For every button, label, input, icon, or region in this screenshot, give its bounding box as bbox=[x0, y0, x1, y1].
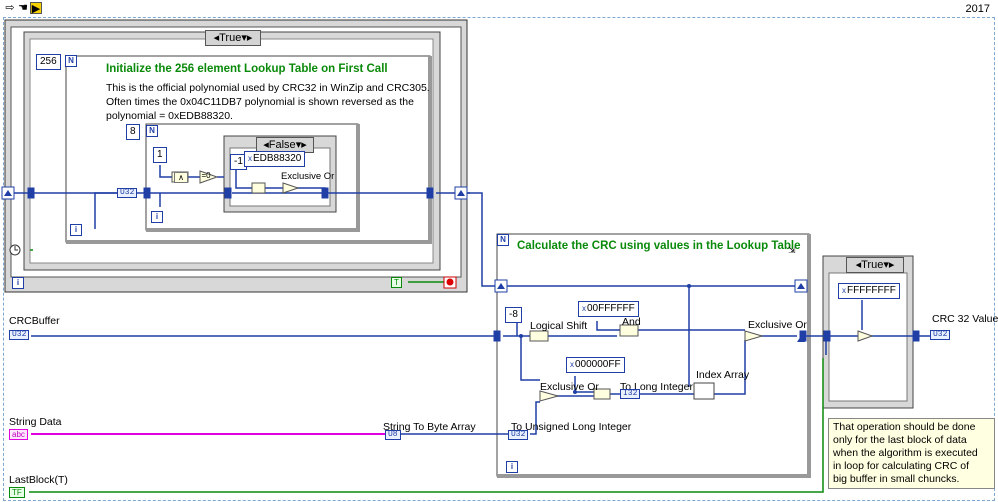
loop-count-256[interactable]: 256 bbox=[36, 54, 61, 70]
index-array-label: Index Array bbox=[696, 369, 750, 381]
desc-line-2: Often times the 0x04C11DB7 polynomial is… bbox=[106, 96, 414, 108]
note-line-4: in loop for calculating CRC of bbox=[833, 460, 969, 472]
desc-line-1: This is the official polynomial used by … bbox=[106, 82, 430, 94]
note-line-1: That operation should be done bbox=[833, 421, 976, 433]
calc-title: Calculate the CRC using values in the Lo… bbox=[517, 240, 801, 252]
note-line-5: big buffer in small chuncks. bbox=[833, 473, 960, 485]
u32-convert-node: U32 bbox=[117, 188, 138, 198]
inner-case-value: False bbox=[268, 139, 296, 151]
i-terminal-calc: i bbox=[506, 461, 518, 473]
note-line-3: when the algorithm is executed bbox=[833, 447, 978, 459]
string-data-label: String Data bbox=[9, 416, 62, 428]
crc-buffer-label: CRCBuffer bbox=[9, 315, 60, 327]
last-block-label: LastBlock(T) bbox=[9, 474, 68, 486]
and-node: ∧ bbox=[174, 172, 188, 183]
init-title: Initialize the 256 element Lookup Table … bbox=[106, 63, 388, 75]
mask1-constant[interactable]: x00FFFFFF bbox=[578, 301, 639, 317]
loop-count-8[interactable]: 8 bbox=[126, 124, 140, 140]
constant-poly[interactable]: xEDB88320 bbox=[244, 151, 306, 167]
string-data-terminal[interactable]: abc bbox=[9, 429, 28, 440]
outer-case-selector[interactable]: ◂True▾▸ bbox=[205, 30, 261, 46]
final-case-dropdown-icon[interactable]: ▾▸ bbox=[883, 259, 894, 271]
outer-case-dropdown-icon[interactable]: ▾▸ bbox=[241, 32, 252, 44]
to-unsigned-label: To Unsigned Long Integer bbox=[511, 421, 632, 433]
inner-xor-label: Exclusive Or bbox=[281, 171, 335, 182]
mask2-value: 000000FF bbox=[575, 359, 621, 370]
init-description: This is the official polynomial used by … bbox=[106, 81, 430, 123]
shift-label: Logical Shift bbox=[530, 320, 588, 332]
crc-value-terminal[interactable]: U32 bbox=[930, 330, 951, 340]
constant-1[interactable]: 1 bbox=[153, 147, 167, 163]
shift-constant[interactable]: -8 bbox=[505, 307, 522, 323]
crc-value-label: CRC 32 Value bbox=[932, 313, 998, 325]
note-comment: That operation should be done only for t… bbox=[828, 418, 995, 489]
resize-icon[interactable]: ⇲ bbox=[788, 245, 796, 256]
str-to-byte-node: U8 bbox=[385, 430, 401, 440]
eq-zero-icon: =0 bbox=[201, 171, 211, 180]
n-terminal-inner: N bbox=[146, 125, 158, 137]
n-terminal-calc: N bbox=[497, 234, 509, 246]
desc-line-3: polynomial = 0xEDB88320. bbox=[106, 110, 233, 122]
inner-case-dropdown-icon[interactable]: ▾▸ bbox=[296, 139, 307, 151]
mask2-constant[interactable]: x000000FF bbox=[566, 357, 625, 373]
crc-buffer-terminal[interactable]: U32 bbox=[9, 330, 30, 340]
poly-value: EDB88320 bbox=[253, 153, 302, 164]
last-block-terminal[interactable]: TF bbox=[9, 487, 25, 498]
final-mask-value: FFFFFFFF bbox=[847, 285, 896, 296]
outer-case-value: True bbox=[219, 32, 242, 44]
final-mask-constant[interactable]: xFFFFFFFF bbox=[838, 283, 900, 299]
true-constant[interactable]: T bbox=[391, 277, 402, 288]
final-case-value: True bbox=[861, 259, 884, 271]
i-terminal-8: i bbox=[151, 211, 163, 223]
note-line-2: only for the last block of data bbox=[833, 434, 967, 446]
n-terminal-outer: N bbox=[65, 55, 77, 67]
xor1-label: Exclusive Or bbox=[540, 381, 599, 393]
and-label: And bbox=[622, 316, 641, 328]
mask1-value: 00FFFFFF bbox=[587, 303, 635, 314]
final-case-selector[interactable]: ◂True▾▸ bbox=[846, 257, 904, 273]
i-terminal-256: i bbox=[70, 224, 82, 236]
i-terminal-while: i bbox=[12, 277, 24, 289]
xor2-label: Exclusive Or bbox=[748, 319, 807, 331]
i32-convert-node: I32 bbox=[620, 389, 641, 399]
